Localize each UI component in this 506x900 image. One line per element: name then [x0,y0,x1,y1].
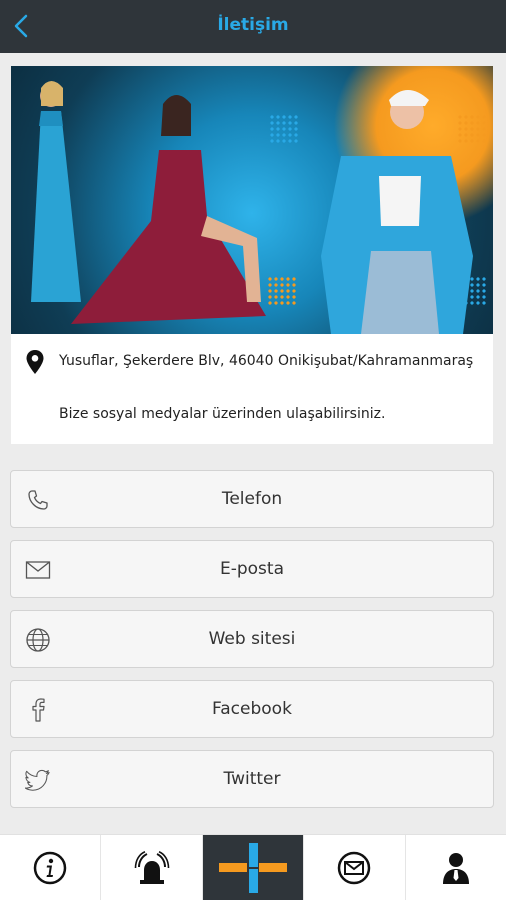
address-row: Yusuflar, Şekerdere Blv, 46040 Onikişuba… [11,346,493,378]
location-pin-icon [26,350,44,374]
info-card: Yusuflar, Şekerdere Blv, 46040 Onikişuba… [11,66,493,444]
nav-profile[interactable] [406,835,506,900]
address-text: Yusuflar, Şekerdere Blv, 46040 Onikişuba… [59,353,474,369]
phone-label: Telefon [221,489,283,509]
top-bar: İletişim [0,0,506,53]
website-button[interactable]: Web sitesi [10,610,494,668]
website-label: Web sitesi [208,629,296,649]
alarm-bell-icon [134,850,169,884]
bottom-navigation [0,834,506,900]
page-title: İletişim [217,15,289,35]
nav-notifications[interactable] [101,835,203,900]
facebook-label: Facebook [212,699,292,719]
nav-messages[interactable] [304,835,406,900]
info-icon [33,851,67,884]
user-icon [442,852,469,884]
nav-info[interactable] [0,835,102,900]
banner-image [11,66,493,334]
facebook-button[interactable]: Facebook [10,680,494,738]
email-label: E-posta [219,559,284,579]
twitter-button[interactable]: Twitter [10,750,494,808]
nav-home[interactable] [202,835,305,900]
email-button[interactable]: E-posta [10,540,494,598]
twitter-label: Twitter [223,769,281,789]
phone-button[interactable]: Telefon [10,470,494,528]
home-cross-icon [219,842,288,893]
mail-icon [338,851,371,884]
social-media-note: Bize sosyal medyalar üzerinden ulaşabili… [59,406,386,422]
